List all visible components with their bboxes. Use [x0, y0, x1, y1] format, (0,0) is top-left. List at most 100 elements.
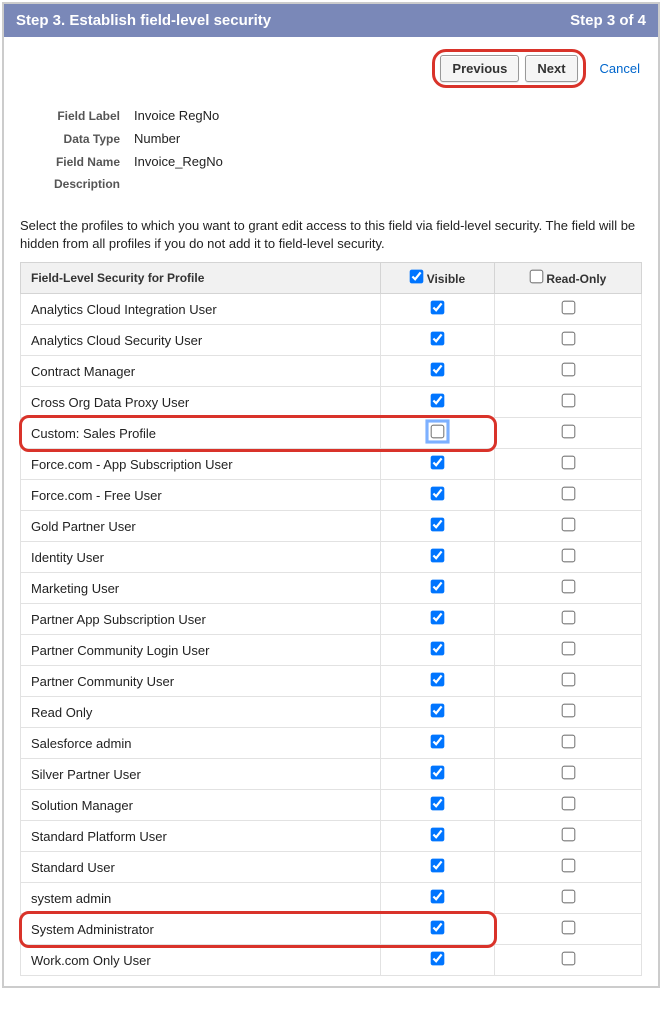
- profile-name-cell: Cross Org Data Proxy User: [21, 387, 381, 418]
- visible-checkbox[interactable]: [431, 704, 445, 718]
- visible-checkbox[interactable]: [431, 828, 445, 842]
- readonly-checkbox[interactable]: [561, 301, 575, 315]
- visible-checkbox[interactable]: [431, 518, 445, 532]
- profile-name-cell: Partner Community Login User: [21, 635, 381, 666]
- readonly-checkbox[interactable]: [561, 859, 575, 873]
- profile-row: Silver Partner User: [21, 759, 642, 790]
- readonly-checkbox[interactable]: [561, 766, 575, 780]
- visible-checkbox[interactable]: [431, 332, 445, 346]
- nav-buttons-group: Previous Next: [432, 49, 585, 88]
- visible-cell: [381, 542, 495, 573]
- readonly-checkbox[interactable]: [561, 828, 575, 842]
- visible-cell: [381, 418, 495, 449]
- visible-checkbox[interactable]: [431, 394, 445, 408]
- profile-row: Custom: Sales Profile: [21, 418, 642, 449]
- field-label-value: Invoice RegNo: [134, 108, 219, 123]
- visible-checkbox[interactable]: [431, 425, 445, 439]
- readonly-cell: [495, 511, 642, 542]
- readonly-header-label: Read-Only: [546, 272, 606, 286]
- visible-checkbox[interactable]: [431, 301, 445, 315]
- readonly-cell: [495, 635, 642, 666]
- cancel-link[interactable]: Cancel: [600, 61, 640, 76]
- visible-select-all-checkbox[interactable]: [410, 270, 424, 284]
- profile-name-cell: Analytics Cloud Security User: [21, 325, 381, 356]
- readonly-checkbox[interactable]: [561, 549, 575, 563]
- profile-row: Standard Platform User: [21, 821, 642, 852]
- readonly-cell: [495, 666, 642, 697]
- profile-name-cell: Solution Manager: [21, 790, 381, 821]
- readonly-cell: [495, 294, 642, 325]
- readonly-checkbox[interactable]: [561, 487, 575, 501]
- readonly-checkbox[interactable]: [561, 394, 575, 408]
- visible-cell: [381, 387, 495, 418]
- readonly-cell: [495, 449, 642, 480]
- visible-checkbox[interactable]: [431, 766, 445, 780]
- readonly-checkbox[interactable]: [561, 797, 575, 811]
- readonly-cell: [495, 914, 642, 945]
- next-button[interactable]: Next: [525, 55, 577, 82]
- visible-checkbox[interactable]: [431, 611, 445, 625]
- nav-row: Previous Next Cancel: [4, 37, 658, 98]
- readonly-cell: [495, 480, 642, 511]
- readonly-checkbox[interactable]: [561, 704, 575, 718]
- visible-checkbox[interactable]: [431, 797, 445, 811]
- field-name-value: Invoice_RegNo: [134, 154, 223, 169]
- visible-cell: [381, 914, 495, 945]
- visible-checkbox[interactable]: [431, 580, 445, 594]
- profile-row: Partner Community User: [21, 666, 642, 697]
- profile-name-cell: Force.com - App Subscription User: [21, 449, 381, 480]
- visible-cell: [381, 449, 495, 480]
- readonly-checkbox[interactable]: [561, 363, 575, 377]
- readonly-checkbox[interactable]: [561, 580, 575, 594]
- profile-name-cell: Identity User: [21, 542, 381, 573]
- readonly-checkbox[interactable]: [561, 735, 575, 749]
- readonly-cell: [495, 945, 642, 976]
- visible-checkbox[interactable]: [431, 859, 445, 873]
- visible-checkbox[interactable]: [431, 456, 445, 470]
- profile-name-cell: Partner App Subscription User: [21, 604, 381, 635]
- visible-checkbox[interactable]: [431, 952, 445, 966]
- profile-name-cell: System Administrator: [21, 914, 381, 945]
- profile-row: Gold Partner User: [21, 511, 642, 542]
- readonly-checkbox[interactable]: [561, 673, 575, 687]
- profile-row: Cross Org Data Proxy User: [21, 387, 642, 418]
- visible-cell: [381, 790, 495, 821]
- visible-checkbox[interactable]: [431, 673, 445, 687]
- profile-name-cell: Gold Partner User: [21, 511, 381, 542]
- table-header-readonly: Read-Only: [495, 263, 642, 294]
- visible-cell: [381, 759, 495, 790]
- previous-button[interactable]: Previous: [440, 55, 519, 82]
- visible-cell: [381, 511, 495, 542]
- visible-cell: [381, 356, 495, 387]
- visible-checkbox[interactable]: [431, 487, 445, 501]
- visible-checkbox[interactable]: [431, 890, 445, 904]
- readonly-checkbox[interactable]: [561, 332, 575, 346]
- readonly-checkbox[interactable]: [561, 456, 575, 470]
- readonly-select-all-checkbox[interactable]: [530, 270, 544, 284]
- readonly-checkbox[interactable]: [561, 611, 575, 625]
- readonly-cell: [495, 883, 642, 914]
- visible-checkbox[interactable]: [431, 642, 445, 656]
- visible-checkbox[interactable]: [431, 549, 445, 563]
- visible-cell: [381, 635, 495, 666]
- visible-cell: [381, 573, 495, 604]
- readonly-cell: [495, 604, 642, 635]
- profile-row: system admin: [21, 883, 642, 914]
- visible-cell: [381, 480, 495, 511]
- field-level-security-table: Field-Level Security for Profile Visible…: [20, 262, 642, 976]
- readonly-cell: [495, 418, 642, 449]
- readonly-checkbox[interactable]: [561, 952, 575, 966]
- field-label-label: Field Label: [24, 109, 134, 123]
- visible-cell: [381, 728, 495, 759]
- visible-checkbox[interactable]: [431, 363, 445, 377]
- readonly-checkbox[interactable]: [561, 921, 575, 935]
- visible-checkbox[interactable]: [431, 735, 445, 749]
- field-details: Field Label Invoice RegNo Data Type Numb…: [4, 98, 658, 217]
- readonly-checkbox[interactable]: [561, 642, 575, 656]
- readonly-checkbox[interactable]: [561, 518, 575, 532]
- visible-checkbox[interactable]: [431, 921, 445, 935]
- readonly-checkbox[interactable]: [561, 425, 575, 439]
- profile-name-cell: Standard Platform User: [21, 821, 381, 852]
- readonly-checkbox[interactable]: [561, 890, 575, 904]
- profile-row: Contract Manager: [21, 356, 642, 387]
